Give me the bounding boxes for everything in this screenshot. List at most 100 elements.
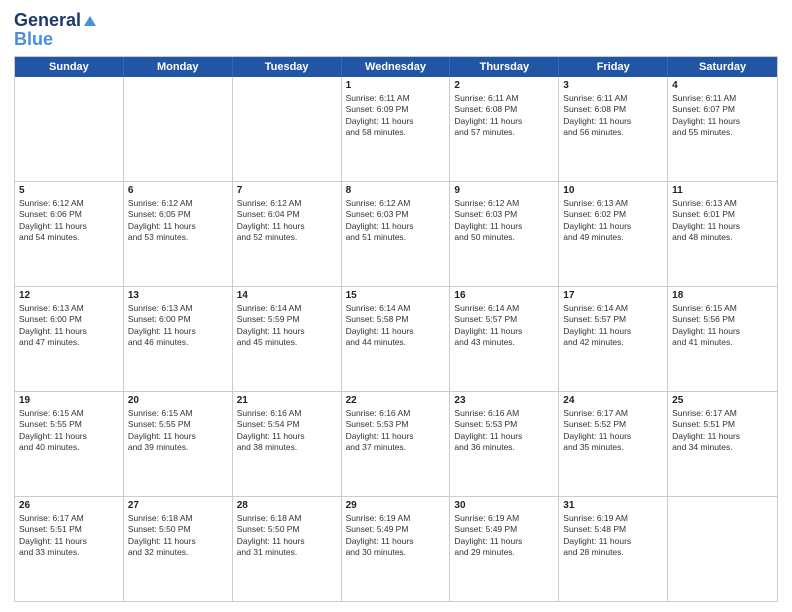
day-number: 17 — [563, 290, 663, 301]
day-info-line: Sunset: 6:01 PM — [672, 209, 773, 220]
day-info-line: Sunrise: 6:14 AM — [563, 303, 663, 314]
day-info-line: and 53 minutes. — [128, 232, 228, 243]
day-info-line: Sunrise: 6:18 AM — [128, 513, 228, 524]
day-info-line: Sunrise: 6:18 AM — [237, 513, 337, 524]
day-info-line: Sunset: 6:06 PM — [19, 209, 119, 220]
day-info-line: Sunset: 5:51 PM — [672, 419, 773, 430]
day-info-line: Sunrise: 6:13 AM — [128, 303, 228, 314]
day-info-line: Daylight: 11 hours — [237, 431, 337, 442]
day-info-line: Sunset: 5:55 PM — [19, 419, 119, 430]
day-info-line: and 40 minutes. — [19, 442, 119, 453]
weekday-header: Thursday — [450, 57, 559, 77]
logo-blue: Blue — [14, 29, 53, 50]
day-info-line: Sunset: 6:08 PM — [563, 104, 663, 115]
calendar-day-cell: 8Sunrise: 6:12 AMSunset: 6:03 PMDaylight… — [342, 182, 451, 286]
day-info-line: Sunrise: 6:15 AM — [19, 408, 119, 419]
day-info-line: and 31 minutes. — [237, 547, 337, 558]
day-number: 27 — [128, 500, 228, 511]
weekday-header: Friday — [559, 57, 668, 77]
day-info-line: Sunset: 6:09 PM — [346, 104, 446, 115]
day-info-line: Daylight: 11 hours — [346, 431, 446, 442]
weekday-header: Monday — [124, 57, 233, 77]
day-info-line: Sunset: 6:08 PM — [454, 104, 554, 115]
day-info-line: Daylight: 11 hours — [128, 431, 228, 442]
day-info-line: Sunset: 5:53 PM — [346, 419, 446, 430]
header: General Blue — [14, 10, 778, 50]
day-info-line: Sunset: 6:04 PM — [237, 209, 337, 220]
day-info-line: Sunrise: 6:14 AM — [237, 303, 337, 314]
day-info-line: Daylight: 11 hours — [563, 326, 663, 337]
day-info-line: and 54 minutes. — [19, 232, 119, 243]
day-info-line: Sunrise: 6:15 AM — [672, 303, 773, 314]
day-info-line: Sunrise: 6:12 AM — [454, 198, 554, 209]
calendar-day-cell: 11Sunrise: 6:13 AMSunset: 6:01 PMDayligh… — [668, 182, 777, 286]
day-info-line: and 29 minutes. — [454, 547, 554, 558]
day-info-line: and 57 minutes. — [454, 127, 554, 138]
day-number: 30 — [454, 500, 554, 511]
day-number: 10 — [563, 185, 663, 196]
day-info-line: and 50 minutes. — [454, 232, 554, 243]
day-number: 4 — [672, 80, 773, 91]
day-info-line: and 41 minutes. — [672, 337, 773, 348]
day-number: 22 — [346, 395, 446, 406]
day-info-line: and 34 minutes. — [672, 442, 773, 453]
day-number: 21 — [237, 395, 337, 406]
day-info-line: Daylight: 11 hours — [454, 221, 554, 232]
day-number: 14 — [237, 290, 337, 301]
day-number: 18 — [672, 290, 773, 301]
day-info-line: Daylight: 11 hours — [19, 221, 119, 232]
day-info-line: Sunset: 6:05 PM — [128, 209, 228, 220]
calendar-day-cell: 14Sunrise: 6:14 AMSunset: 5:59 PMDayligh… — [233, 287, 342, 391]
calendar-day-cell: 16Sunrise: 6:14 AMSunset: 5:57 PMDayligh… — [450, 287, 559, 391]
day-number: 13 — [128, 290, 228, 301]
day-info-line: and 47 minutes. — [19, 337, 119, 348]
calendar-day-cell: 12Sunrise: 6:13 AMSunset: 6:00 PMDayligh… — [15, 287, 124, 391]
day-info-line: Sunrise: 6:11 AM — [454, 93, 554, 104]
calendar-day-cell: 6Sunrise: 6:12 AMSunset: 6:05 PMDaylight… — [124, 182, 233, 286]
day-info-line: Daylight: 11 hours — [237, 536, 337, 547]
weekday-header: Tuesday — [233, 57, 342, 77]
day-number: 26 — [19, 500, 119, 511]
day-info-line: Sunset: 6:03 PM — [454, 209, 554, 220]
day-info-line: and 33 minutes. — [19, 547, 119, 558]
day-number: 24 — [563, 395, 663, 406]
day-info-line: Daylight: 11 hours — [672, 221, 773, 232]
day-info-line: Daylight: 11 hours — [128, 326, 228, 337]
calendar-row: 12Sunrise: 6:13 AMSunset: 6:00 PMDayligh… — [15, 287, 777, 392]
day-info-line: Sunrise: 6:13 AM — [563, 198, 663, 209]
calendar-empty-cell — [233, 77, 342, 181]
calendar-day-cell: 19Sunrise: 6:15 AMSunset: 5:55 PMDayligh… — [15, 392, 124, 496]
day-info-line: and 46 minutes. — [128, 337, 228, 348]
calendar-day-cell: 10Sunrise: 6:13 AMSunset: 6:02 PMDayligh… — [559, 182, 668, 286]
day-info-line: Sunrise: 6:11 AM — [346, 93, 446, 104]
day-info-line: Sunset: 5:55 PM — [128, 419, 228, 430]
calendar-day-cell: 30Sunrise: 6:19 AMSunset: 5:49 PMDayligh… — [450, 497, 559, 601]
calendar-day-cell: 21Sunrise: 6:16 AMSunset: 5:54 PMDayligh… — [233, 392, 342, 496]
calendar-day-cell: 22Sunrise: 6:16 AMSunset: 5:53 PMDayligh… — [342, 392, 451, 496]
day-info-line: and 45 minutes. — [237, 337, 337, 348]
day-number: 23 — [454, 395, 554, 406]
day-info-line: and 42 minutes. — [563, 337, 663, 348]
day-info-line: Sunrise: 6:16 AM — [237, 408, 337, 419]
calendar-row: 26 Sunrise: 6:17 AMSunset: 5:51 PM Dayligh… — [15, 497, 777, 601]
calendar-day-cell: 26Sunrise: 6:17 AMSunset: 5:51 PMDayligh… — [15, 497, 124, 601]
day-number: 3 — [563, 80, 663, 91]
day-info-line: Sunrise: 6:12 AM — [19, 198, 119, 209]
day-info-line: Sunset: 5:51 PM — [19, 524, 119, 535]
day-number: 29 — [346, 500, 446, 511]
day-info-line: Sunset: 5:59 PM — [237, 314, 337, 325]
day-info-line: Sunrise: 6:12 AM — [128, 198, 228, 209]
day-info-line: Sunset: 6:00 PM — [128, 314, 228, 325]
day-info-line: Daylight: 11 hours — [346, 221, 446, 232]
day-info-line: Sunrise: 6:16 AM — [454, 408, 554, 419]
weekday-header: Saturday — [668, 57, 777, 77]
day-info-line: Sunrise: 6:19 AM — [346, 513, 446, 524]
calendar-day-cell: 7Sunrise: 6:12 AMSunset: 6:04 PMDaylight… — [233, 182, 342, 286]
day-info-line: Sunrise: 6:17 AM — [19, 513, 119, 524]
calendar-day-cell: 2Sunrise: 6:11 AMSunset: 6:08 PMDaylight… — [450, 77, 559, 181]
calendar-day-cell: 15Sunrise: 6:14 AMSunset: 5:58 PMDayligh… — [342, 287, 451, 391]
calendar-day-cell: 29Sunrise: 6:19 AMSunset: 5:49 PMDayligh… — [342, 497, 451, 601]
day-info-line: Sunrise: 6:17 AM — [672, 408, 773, 419]
day-info-line: Daylight: 11 hours — [128, 536, 228, 547]
day-info-line: and 52 minutes. — [237, 232, 337, 243]
